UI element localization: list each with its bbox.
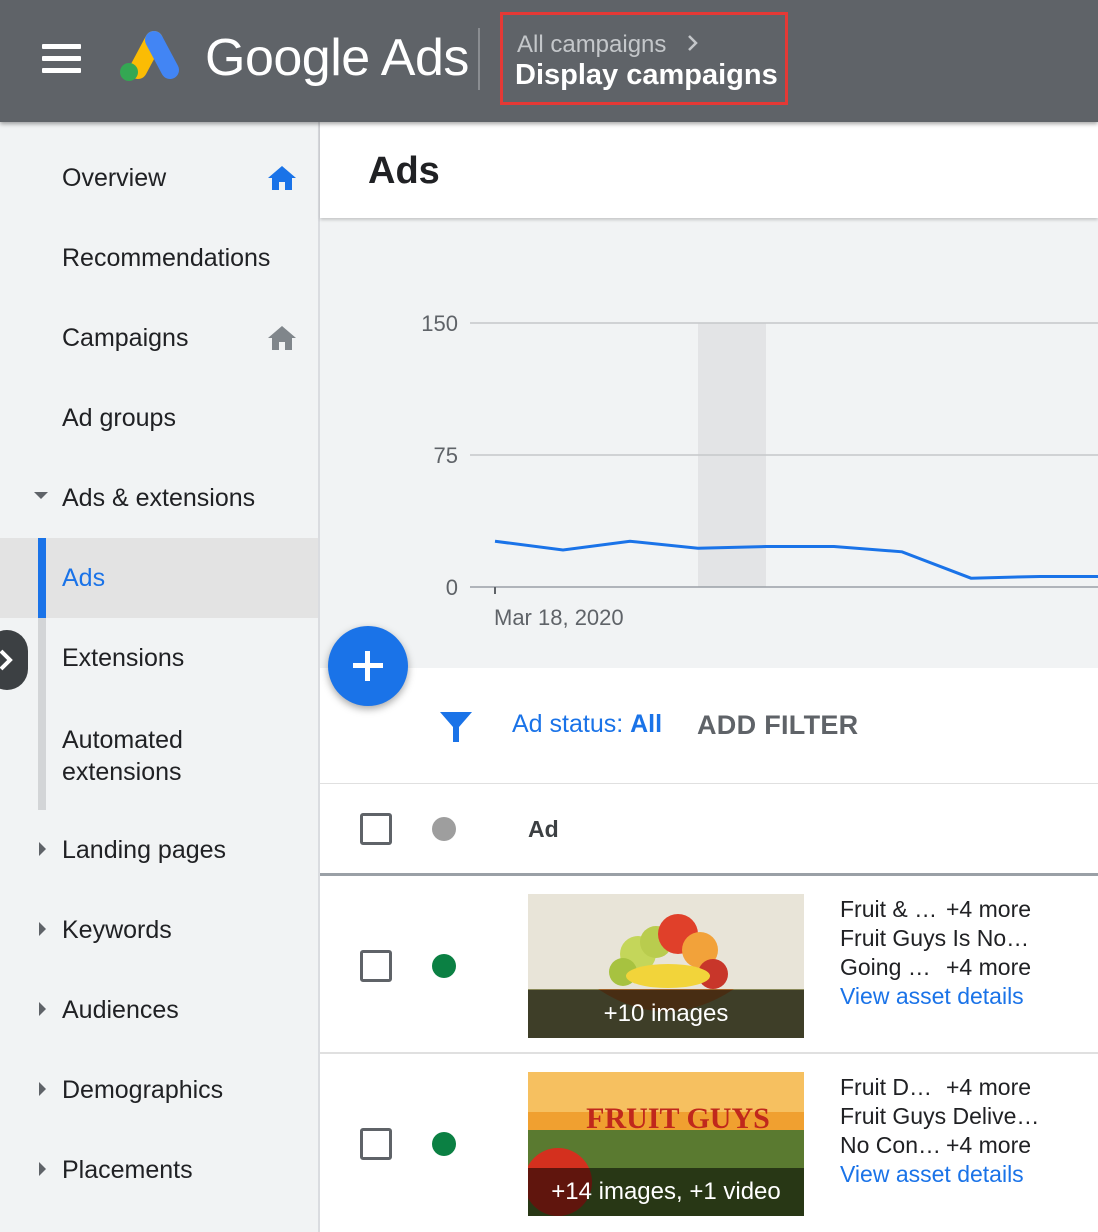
sidebar-item-demographics[interactable]: Demographics <box>0 1050 318 1130</box>
ad-thumbnail[interactable]: +10 images <box>528 894 804 1038</box>
table-row: +10 images Fruit & … +4 more Fruit Guys … <box>320 876 1098 1054</box>
sidebar-item-label: Automated extensions <box>62 726 183 786</box>
y-tick-label: 75 <box>434 443 458 468</box>
ad-status-label: Ad status: <box>512 710 624 738</box>
table-row: FRUIT GUYS +14 images, +1 video Fruit D…… <box>320 1054 1098 1232</box>
brand-name: Google Ads <box>205 29 469 87</box>
sidebar-item-ad-groups[interactable]: Ad groups <box>0 378 318 458</box>
sidebar-item-label: Extensions <box>62 644 185 672</box>
chart-series-line <box>494 539 1098 580</box>
caret-right-icon <box>39 1082 46 1096</box>
sidebar-item-label: Ads & extensions <box>62 484 256 512</box>
sidebar-item-landing-pages[interactable]: Landing pages <box>0 810 318 890</box>
breadcrumb-current: Display campaigns <box>515 59 778 91</box>
view-asset-details-link[interactable]: View asset details <box>840 983 1024 1010</box>
long-headline-text: Fruit Guys Delive… <box>840 1103 1040 1129</box>
google-ads-logo <box>120 31 179 81</box>
expand-sidebar-button[interactable] <box>0 630 28 690</box>
menu-icon[interactable] <box>42 44 82 74</box>
row-checkbox[interactable] <box>360 1128 392 1160</box>
x-tick-label: Mar 18, 2020 <box>494 605 624 630</box>
sidebar-item-label: Keywords <box>62 916 172 944</box>
top-bar: Google Ads All campaigns Display campaig… <box>0 0 1098 122</box>
caret-right-icon <box>39 1002 46 1016</box>
sidebar-item-label: Demographics <box>62 1076 224 1104</box>
sidebar-item-label: Recommendations <box>62 244 271 272</box>
performance-chart: 150 75 0 Mar 18, 2020 <box>320 218 1098 668</box>
page-title: Ads <box>368 150 440 192</box>
sidebar-item-label: Ad groups <box>62 404 176 432</box>
caret-right-icon <box>39 922 46 936</box>
sidebar-item-recommendations[interactable]: Recommendations <box>0 218 318 298</box>
breadcrumb: All campaigns Display campaigns <box>500 12 788 105</box>
table-header: Ad <box>320 784 1098 876</box>
sidebar-item-overview[interactable]: Overview <box>0 138 318 218</box>
caret-right-icon <box>39 1162 46 1176</box>
sidebar-item-automated-extensions[interactable]: Automated extensions <box>0 698 318 810</box>
fruit-guys-logo-text: FRUIT GUYS <box>586 1102 770 1135</box>
chevron-right-icon <box>0 649 13 671</box>
sidebar-item-label: Placements <box>62 1156 193 1184</box>
ad-thumbnail[interactable]: FRUIT GUYS +14 images, +1 video <box>528 1072 804 1216</box>
more-count: +4 more <box>946 954 1032 980</box>
caret-down-icon <box>34 492 48 499</box>
page-header: Ads <box>320 122 1098 218</box>
filter-icon[interactable] <box>438 708 474 744</box>
description-text: No Con… <box>840 1132 941 1158</box>
sidebar-item-ads[interactable]: Ads <box>0 538 318 618</box>
caret-right-icon <box>39 842 46 856</box>
home-icon[interactable] <box>266 164 298 192</box>
more-count: +4 more <box>946 1074 1032 1100</box>
view-asset-details-link[interactable]: View asset details <box>840 1161 1024 1188</box>
select-all-checkbox[interactable] <box>360 813 392 845</box>
description-text: Going … <box>840 954 931 980</box>
chart-svg: 150 75 0 Mar 18, 2020 <box>421 311 1098 630</box>
status-dot-enabled <box>432 954 456 978</box>
home-icon[interactable] <box>266 324 298 352</box>
y-tick-label: 0 <box>446 575 458 600</box>
column-header-ad[interactable]: Ad <box>528 816 559 843</box>
sidebar-item-placements[interactable]: Placements <box>0 1130 318 1210</box>
sidebar-item-label: Landing pages <box>62 836 227 864</box>
ad-status-value: All <box>630 710 663 738</box>
more-count: +4 more <box>946 896 1032 922</box>
sidebar-item-label: Audiences <box>62 996 179 1024</box>
divider <box>478 28 480 90</box>
filter-bar: Ad status: All ADD FILTER <box>320 668 1098 784</box>
chevron-right-icon <box>688 35 698 51</box>
row-checkbox[interactable] <box>360 950 392 982</box>
breadcrumb-parent-link[interactable]: All campaigns <box>517 31 666 59</box>
sidebar-item-audiences[interactable]: Audiences <box>0 970 318 1050</box>
sidebar-item-ads-extensions[interactable]: Ads & extensions <box>0 458 318 538</box>
sidebar-item-label: Campaigns <box>62 324 189 352</box>
add-filter-button[interactable]: ADD FILTER <box>697 710 858 741</box>
selected-indicator <box>38 538 46 618</box>
thumbnail-caption: +14 images, +1 video <box>528 1168 804 1216</box>
thumbnail-caption: +10 images <box>528 990 804 1038</box>
status-dot-enabled <box>432 1132 456 1156</box>
headline-text: Fruit & … <box>840 896 938 922</box>
more-count: +4 more <box>946 1132 1032 1158</box>
sidebar-item-extensions[interactable]: Extensions <box>0 618 318 698</box>
headline-text: Fruit D… <box>840 1074 932 1100</box>
sidebar-item-label: Ads <box>62 564 106 592</box>
add-ad-button[interactable] <box>328 626 408 706</box>
y-tick-label: 150 <box>421 311 458 336</box>
status-header-dot <box>432 817 456 841</box>
sidebar-item-campaigns[interactable]: Campaigns <box>0 298 318 378</box>
sidebar-item-label: Overview <box>62 164 167 192</box>
long-headline-text: Fruit Guys Is No… <box>840 925 1030 951</box>
ad-status-filter-chip[interactable]: Ad status: All <box>512 710 662 739</box>
sidebar-item-keywords[interactable]: Keywords <box>0 890 318 970</box>
